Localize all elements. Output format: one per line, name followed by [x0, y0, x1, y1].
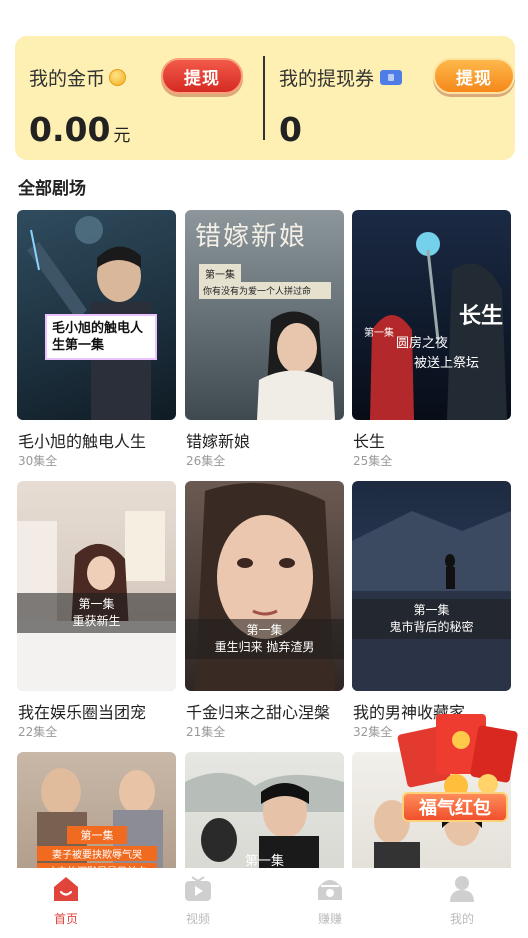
poster-art — [195, 483, 335, 691]
poster-caption: 生第一集 — [52, 338, 105, 353]
poster-caption: 圆房之夜 — [396, 336, 449, 351]
drama-title[interactable]: 千金归来之甜心涅槃 — [186, 699, 345, 723]
episode-count: 22集全 — [18, 725, 58, 739]
gold-coin-icon — [109, 69, 127, 86]
episode-count: 32集全 — [353, 725, 393, 739]
tab-label: 视频 — [185, 912, 210, 926]
tab-profile[interactable]: 我的 — [422, 874, 502, 927]
section-title: 全部剧场 — [18, 179, 86, 199]
video-icon — [183, 874, 213, 904]
ticket-icon — [380, 70, 403, 85]
profile-icon — [447, 874, 477, 904]
drama-title[interactable]: 毛小旭的触电人生 — [18, 428, 177, 452]
coins-withdraw-button[interactable]: 提现 — [161, 58, 243, 94]
red-envelope-icon — [397, 714, 518, 798]
wallet-card: 我的金币 提现 0.00 元 我的提现券 提现 0 — [15, 36, 515, 160]
poster-art — [257, 311, 335, 420]
drama-poster[interactable]: 长生 第一集 圆房之夜 被送上祭坛 — [352, 210, 511, 420]
tab-earn[interactable]: 赚赚 — [290, 874, 370, 927]
tab-label: 我的 — [449, 912, 474, 926]
drama-card[interactable]: 毛小旭的触电人 生第一集 毛小旭的触电人生 30集全 — [17, 210, 176, 468]
episode-count: 21集全 — [186, 725, 226, 739]
drama-title[interactable]: 错嫁新娘 — [186, 428, 345, 452]
drama-poster[interactable]: 第一集 鬼市背后的秘密 — [352, 481, 511, 691]
episode-count: 26集全 — [186, 454, 226, 468]
coins-section: 我的金币 提现 0.00 元 — [15, 36, 263, 160]
drama-title[interactable]: 我在娱乐圈当团宠 — [18, 699, 177, 723]
drama-card[interactable]: 第一集 鬼市背后的秘密 我的男神收藏家 32集全 — [352, 481, 511, 739]
poster-caption: 第一集 — [78, 597, 115, 611]
drama-title[interactable]: 长生 — [353, 428, 512, 452]
coins-label: 我的金币 — [29, 68, 106, 90]
poster-title: 长生 — [458, 303, 503, 329]
poster-caption: 妻子被要挟欺辱气哭 — [37, 846, 157, 861]
poster-caption: 毛小旭的触电人 — [52, 321, 144, 336]
poster-caption: 第一集 — [364, 328, 394, 339]
tab-video[interactable]: 视频 — [158, 874, 238, 927]
red-envelope-label[interactable]: 福气红包 — [402, 792, 508, 822]
drama-poster[interactable]: 第一集 重获新生 — [17, 481, 176, 691]
vouchers-value: 0 — [279, 110, 302, 149]
poster-art — [352, 511, 511, 691]
drama-card[interactable]: 第一集 重生归来 抛弃渣男 千金归来之甜心涅槃 21集全 — [185, 481, 344, 739]
poster-caption: 第一集 — [413, 603, 450, 617]
vouchers-label: 我的提现券 — [279, 68, 375, 90]
bottom-tab-bar: 首页 视频 赚赚 我的 — [0, 868, 528, 938]
tab-label: 赚赚 — [317, 912, 342, 926]
red-envelope-promo[interactable]: 福气红包 — [396, 700, 522, 828]
drama-card[interactable]: 第一集 重获新生 我在娱乐圈当团宠 22集全 — [17, 481, 176, 739]
tab-home[interactable]: 首页 — [26, 874, 106, 927]
coins-value: 0.00 — [29, 110, 111, 149]
poster-caption: 重生归来 抛弃渣男 — [214, 640, 315, 654]
drama-poster[interactable]: 毛小旭的触电人 生第一集 — [17, 210, 176, 420]
drama-card[interactable]: 错嫁新娘 第一集 你有没有为爱一个人拼过命 错嫁新娘 26集全 — [185, 210, 344, 468]
vouchers-withdraw-button[interactable]: 提现 — [433, 58, 515, 94]
home-icon — [51, 874, 81, 904]
poster-caption: 第一集 — [67, 826, 127, 844]
tab-label: 首页 — [53, 912, 78, 926]
poster-caption: 第一集 — [245, 854, 285, 869]
drama-poster[interactable]: 第一集 重生归来 抛弃渣男 — [185, 481, 344, 691]
drama-poster[interactable]: 错嫁新娘 第一集 你有没有为爱一个人拼过命 — [185, 210, 344, 420]
episode-count: 30集全 — [18, 454, 58, 468]
poster-art — [17, 511, 176, 691]
episode-count: 25集全 — [353, 454, 393, 468]
poster-caption: 重获新生 — [72, 614, 121, 628]
poster-caption: 被送上祭坛 — [414, 356, 480, 371]
vouchers-section: 我的提现券 提现 0 — [265, 36, 515, 160]
coins-unit: 元 — [113, 126, 131, 146]
drama-card[interactable]: 长生 第一集 圆房之夜 被送上祭坛 长生 25集全 — [352, 210, 511, 468]
poster-caption: 第一集 — [246, 623, 283, 637]
poster-caption: 鬼市背后的秘密 — [389, 620, 474, 634]
earn-icon — [315, 874, 345, 904]
